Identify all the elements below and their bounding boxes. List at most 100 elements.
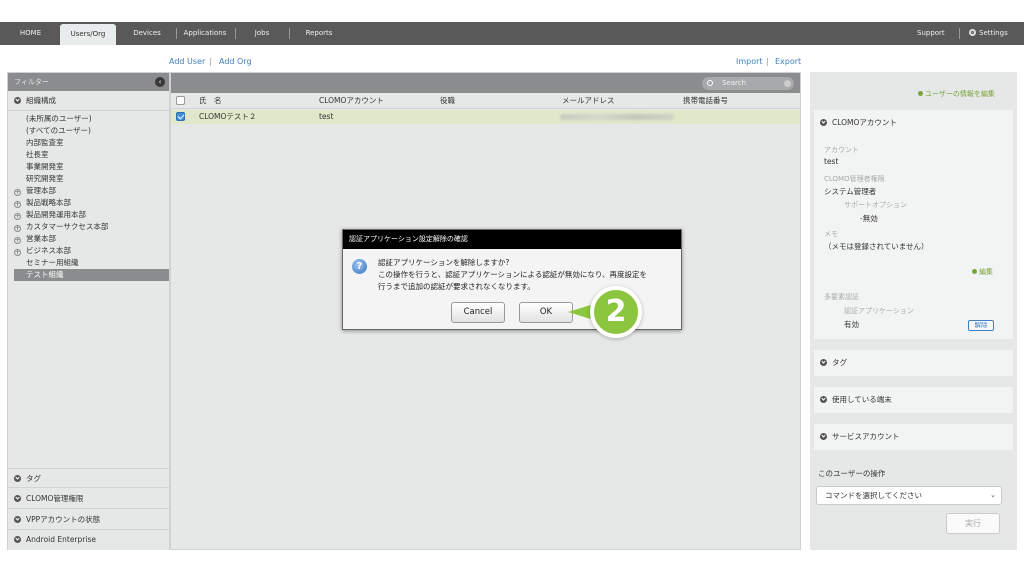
cancel-button[interactable]: Cancel bbox=[451, 302, 505, 323]
tag-card: タグ bbox=[814, 350, 1013, 376]
org-tree-item-label: セミナー用組織 bbox=[26, 258, 79, 267]
org-tree-item[interactable]: (すべてのユーザー) bbox=[8, 125, 169, 137]
edit-user-info-link[interactable]: ユーザーの情報を編集 bbox=[918, 89, 995, 99]
cell-name: CLOMOテスト２ bbox=[199, 112, 257, 121]
memo-label: メモ bbox=[824, 230, 838, 238]
org-tree-item-label: テスト組織 bbox=[26, 270, 64, 279]
add-org-link[interactable]: Add Org bbox=[219, 57, 252, 66]
search-input[interactable]: Search bbox=[702, 77, 794, 90]
account-section-label: CLOMOアカウント bbox=[832, 118, 897, 127]
link-separator: | bbox=[209, 57, 212, 66]
chevron-circle-icon bbox=[820, 396, 827, 403]
tag-section-header[interactable]: タグ bbox=[8, 468, 169, 488]
service-section-label: サービスアカウント bbox=[832, 432, 900, 441]
top-nav: HOME Users/Org Devices Applications Jobs… bbox=[0, 22, 1024, 45]
org-tree-item[interactable]: テスト組織 bbox=[14, 269, 169, 281]
edit-link[interactable]: 編集 bbox=[972, 267, 993, 277]
release-button[interactable]: 解除 bbox=[968, 320, 994, 331]
account-label: アカウント bbox=[824, 146, 859, 154]
select-all-checkbox[interactable] bbox=[176, 96, 185, 105]
org-tree-item[interactable]: 社長室 bbox=[8, 149, 169, 161]
edit-user-info-label: ユーザーの情報を編集 bbox=[925, 90, 995, 98]
execute-button[interactable]: 実行 bbox=[946, 513, 1000, 534]
import-link[interactable]: Import bbox=[736, 57, 763, 66]
org-tree-item[interactable]: + 管理本部 bbox=[8, 185, 169, 197]
account-value: test bbox=[824, 157, 839, 166]
expand-icon[interactable]: + bbox=[14, 225, 21, 232]
expand-icon[interactable]: + bbox=[14, 189, 21, 196]
dialog-title: 認証アプリケーション設定解除の確認 bbox=[343, 230, 681, 249]
edit-icon bbox=[918, 91, 923, 96]
clear-icon[interactable] bbox=[784, 80, 791, 87]
nav-divider bbox=[176, 28, 177, 39]
org-tree-item-label: 社長室 bbox=[26, 150, 49, 159]
auth-app-label: 認証アプリケーション bbox=[844, 307, 914, 315]
support-link[interactable]: Support bbox=[917, 22, 945, 45]
expand-icon[interactable]: + bbox=[14, 213, 21, 220]
vpp-section-header[interactable]: VPPアカウントの状態 bbox=[8, 510, 169, 530]
cell-account: test bbox=[319, 112, 334, 121]
table-row[interactable]: CLOMOテスト２ test bbox=[171, 110, 800, 124]
tab-home[interactable]: HOME bbox=[8, 22, 53, 45]
column-header-phone[interactable]: 携帯電話番号 bbox=[683, 93, 728, 109]
user-operations-label: このユーザーの操作 bbox=[818, 469, 886, 478]
export-link[interactable]: Export bbox=[775, 57, 801, 66]
tab-reports[interactable]: Reports bbox=[301, 22, 337, 45]
chevron-circle-icon bbox=[820, 359, 827, 366]
row-checkbox[interactable] bbox=[176, 112, 185, 121]
column-header-title[interactable]: 役職 bbox=[440, 93, 455, 109]
settings-label: Settings bbox=[979, 29, 1008, 37]
org-tree-item[interactable]: + カスタマーサクセス本部 bbox=[8, 221, 169, 233]
section-label: VPPアカウントの状態 bbox=[26, 515, 101, 524]
org-tree-item[interactable]: + 製品戦略本部 bbox=[8, 197, 169, 209]
support-option-value: -無効 bbox=[860, 214, 878, 223]
command-select[interactable]: コマンドを選択してください ⌄ bbox=[816, 486, 1002, 505]
admin-section-header[interactable]: CLOMO管理権限 bbox=[8, 489, 169, 509]
settings-link[interactable]: Settings bbox=[969, 22, 1008, 45]
expand-icon[interactable]: + bbox=[14, 249, 21, 256]
org-tree-item[interactable]: 研究開発室 bbox=[8, 173, 169, 185]
column-header-email[interactable]: メールアドレス bbox=[562, 93, 615, 109]
org-tree-item[interactable]: + 製品開発運用本部 bbox=[8, 209, 169, 221]
column-header-name[interactable]: 氏 名 bbox=[199, 93, 222, 109]
mfa-label: 多要素認証 bbox=[824, 293, 859, 301]
account-section-header[interactable]: CLOMOアカウント bbox=[814, 110, 1013, 136]
org-tree-item[interactable]: 事業開発室 bbox=[8, 161, 169, 173]
collapse-left-icon[interactable]: ‹ bbox=[155, 77, 165, 87]
add-user-link[interactable]: Add User bbox=[169, 57, 205, 66]
step-number-callout: 2 bbox=[590, 286, 642, 338]
dialog-message-line2: この操作を行うと、認証アプリケーションによる認証が無効になり、再度設定を bbox=[378, 270, 648, 279]
devices-section-header[interactable]: 使用している端末 bbox=[814, 387, 1013, 413]
tab-users-org[interactable]: Users/Org bbox=[60, 24, 116, 45]
ok-button[interactable]: OK bbox=[519, 302, 573, 323]
org-tree-item[interactable]: 内部監査室 bbox=[8, 137, 169, 149]
org-tree-item-label: 製品戦略本部 bbox=[26, 198, 71, 207]
command-select-value: コマンドを選択してください bbox=[825, 491, 923, 500]
org-tree-item[interactable]: + 営業本部 bbox=[8, 233, 169, 245]
link-separator: | bbox=[766, 57, 769, 66]
org-tree-item-label: ビジネス本部 bbox=[26, 246, 71, 255]
expand-icon[interactable]: + bbox=[14, 237, 21, 244]
tab-devices[interactable]: Devices bbox=[125, 22, 169, 45]
org-section-label: 組織構成 bbox=[26, 96, 56, 105]
tab-applications[interactable]: Applications bbox=[181, 22, 229, 45]
service-section-header[interactable]: サービスアカウント bbox=[814, 424, 1013, 450]
admin-value: システム管理者 bbox=[824, 187, 877, 196]
expand-icon[interactable]: + bbox=[14, 201, 21, 208]
filter-panel: フィルター ‹ 組織構成 (未所属のユーザー) (すべてのユーザー) 内部監査室 社長… bbox=[7, 72, 170, 550]
tab-jobs[interactable]: Jobs bbox=[247, 22, 277, 45]
android-section-header[interactable]: Android Enterprise bbox=[8, 530, 169, 550]
question-icon: ? bbox=[352, 259, 367, 274]
chevron-circle-icon bbox=[14, 97, 21, 104]
org-tree-item-label: 事業開発室 bbox=[26, 162, 64, 171]
search-icon bbox=[707, 80, 713, 86]
org-tree-item[interactable]: セミナー用組織 bbox=[8, 257, 169, 269]
org-section-header[interactable]: 組織構成 bbox=[8, 91, 169, 111]
org-tree-item[interactable]: (未所属のユーザー) bbox=[8, 113, 169, 125]
column-header-account[interactable]: CLOMOアカウント bbox=[319, 93, 384, 109]
org-tree-item[interactable]: + ビジネス本部 bbox=[8, 245, 169, 257]
nav-divider bbox=[289, 28, 290, 39]
org-tree-item-label: カスタマーサクセス本部 bbox=[26, 222, 109, 231]
user-detail-panel: ユーザーの情報を編集 CLOMOアカウント アカウント test CLOMO管理… bbox=[810, 72, 1017, 550]
tag-section-header[interactable]: タグ bbox=[814, 350, 1013, 376]
